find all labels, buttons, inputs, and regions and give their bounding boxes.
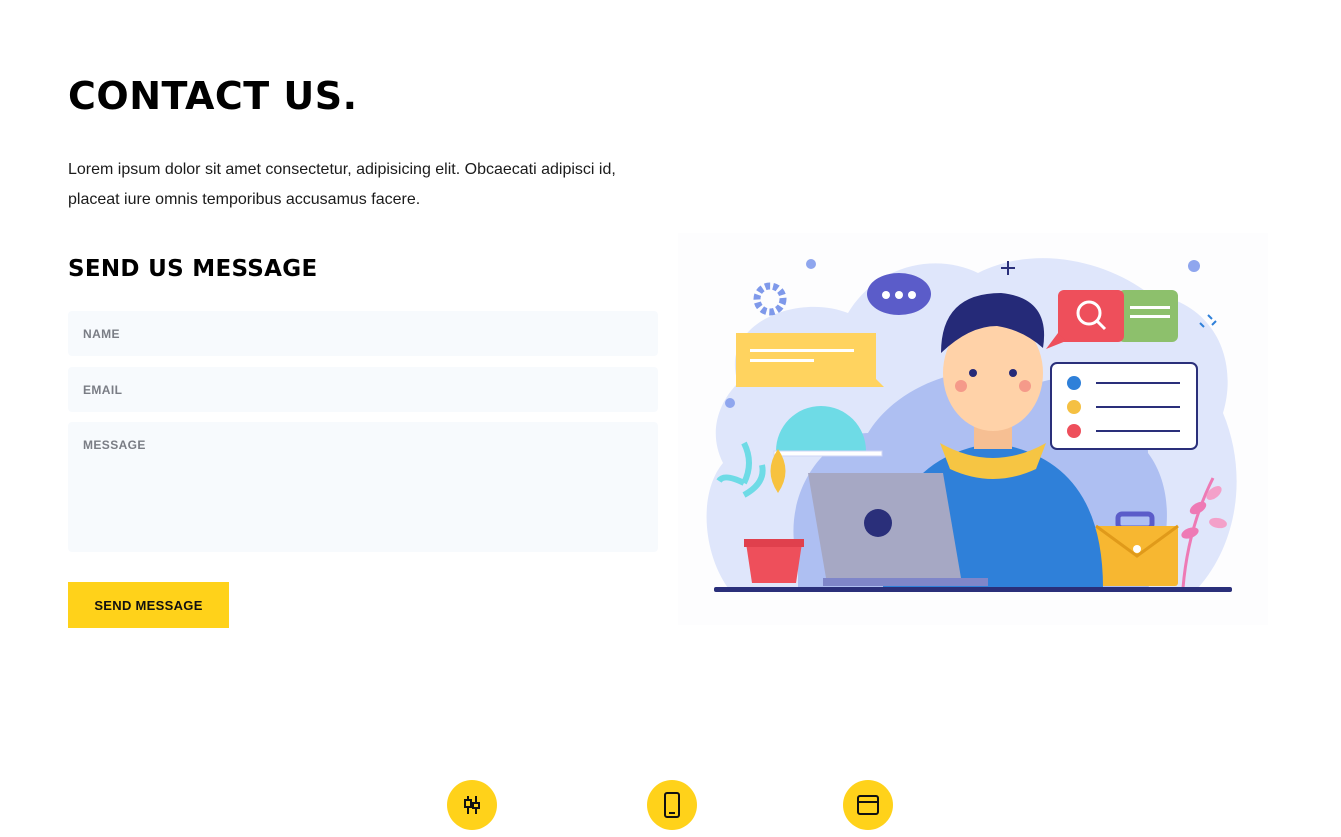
form-heading: SEND US MESSAGE [68, 256, 318, 282]
contact-illustration [678, 233, 1268, 625]
email-field[interactable] [68, 367, 658, 412]
contact-illustration-graphic [706, 258, 1237, 592]
desk-line [714, 587, 1232, 592]
dot-decoration [806, 259, 816, 269]
search-icon [1046, 290, 1178, 349]
feature-browser [843, 780, 893, 830]
name-field[interactable] [68, 311, 658, 356]
gear-icon [753, 282, 787, 316]
intro-text: Lorem ipsum dolor sit amet consectetur, … [68, 161, 616, 208]
message-field[interactable] [68, 422, 658, 552]
checklist-icon [1050, 362, 1198, 450]
feature-mobile [647, 780, 697, 830]
feature-sliders [447, 780, 497, 830]
message-card [736, 333, 884, 387]
send-message-button[interactable]: SEND MESSAGE [68, 582, 229, 628]
dot-decoration [1188, 260, 1200, 272]
dot-decoration [725, 398, 735, 408]
contact-page: CONTACT US. Lorem ipsum dolor sit amet c… [0, 0, 1341, 837]
browser-window-icon [857, 795, 879, 815]
smartphone-icon [664, 792, 680, 818]
page-title: CONTACT US. [68, 74, 358, 118]
chat-bubble-icon [867, 273, 931, 315]
sliders-icon [464, 796, 480, 814]
